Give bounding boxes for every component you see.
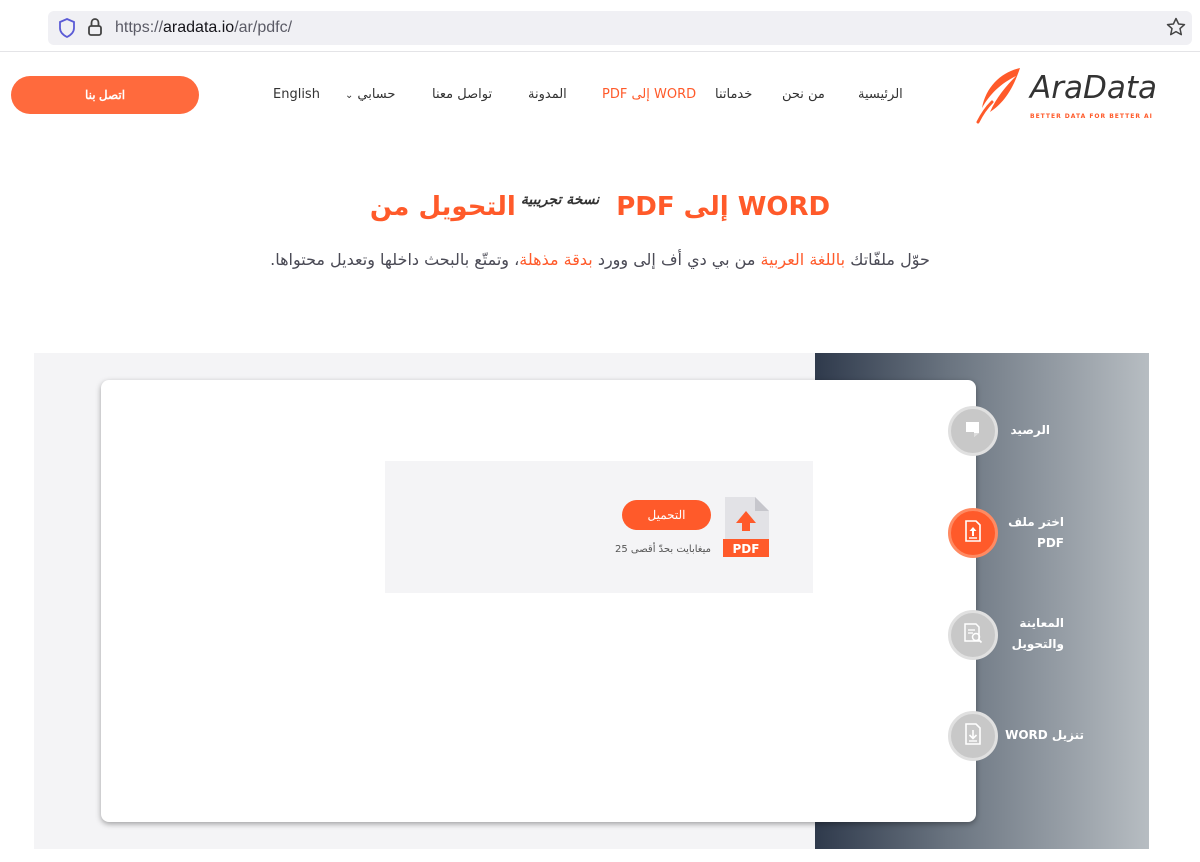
step-preview-label: المعاينة والتحويل <box>1011 616 1064 651</box>
nav-account-label: حسابي <box>357 87 396 102</box>
pdf-badge-text: PDF <box>733 542 760 556</box>
receipt-icon <box>962 418 984 444</box>
logo-tagline: BETTER DATA FOR BETTER AI <box>1030 113 1153 120</box>
beta-tag: نسخة تجريبية <box>520 192 600 208</box>
download-file-icon <box>962 722 984 750</box>
url-text[interactable]: https://aradata.io/ar/pdfc/ <box>115 19 292 37</box>
contact-us-button[interactable]: اتصل بنا <box>11 76 199 114</box>
step-balance-label: الرصيد <box>1010 423 1050 437</box>
shield-icon[interactable] <box>58 18 76 42</box>
page-title: نسخة تجريبية التحويل من PDF إلى WORD <box>0 192 1200 222</box>
step-choose-file-circle[interactable] <box>948 508 998 558</box>
logo-wordmark[interactable]: AraData <box>1030 70 1157 106</box>
title-text: التحويل من PDF إلى WORD <box>369 192 831 222</box>
nav-contact[interactable]: تواصل معنا <box>432 87 492 102</box>
bookmark-star-icon[interactable] <box>1166 17 1186 41</box>
nav-services[interactable]: خدماتنا <box>715 87 752 102</box>
step-download-circle[interactable] <box>948 711 998 761</box>
url-host: aradata.io <box>163 19 235 36</box>
subtitle-highlight-1: باللغة العربية <box>760 250 846 269</box>
step-choose-file-label: اختر ملف PDF <box>1008 515 1064 550</box>
converter-card <box>101 380 976 822</box>
subtitle-part-1: حوّل ملفّاتك <box>845 250 930 269</box>
preview-search-icon <box>962 621 984 649</box>
subtitle-part-3: ، وتمتّع بالبحث داخلها وتعديل محتواها. <box>270 250 520 269</box>
file-size-limit: 25 ميغابايت بحدّ أقصى <box>615 544 711 555</box>
subtitle-part-2: من بي دي أف إلى وورد <box>592 250 761 269</box>
quill-logo-icon[interactable] <box>972 64 1026 130</box>
nav-about[interactable]: من نحن <box>782 87 825 102</box>
nav-english[interactable]: English <box>273 87 320 102</box>
step-download-label: تنزيل WORD <box>1005 728 1084 742</box>
chevron-down-icon: ⌄ <box>345 90 354 101</box>
lock-icon[interactable] <box>87 17 103 41</box>
page-subtitle: حوّل ملفّاتك باللغة العربية من بي دي أف … <box>0 250 1200 269</box>
step-preview-circle[interactable] <box>948 610 998 660</box>
url-scheme: https:// <box>115 19 164 36</box>
step-balance-circle[interactable] <box>948 406 998 456</box>
nav-account[interactable]: ⌄ حسابي <box>345 87 395 102</box>
upload-file-icon <box>962 519 984 547</box>
nav-pdf-to-word[interactable]: PDF إلى WORD <box>602 87 696 102</box>
upload-button[interactable]: التحميل <box>622 500 711 530</box>
url-path: /ar/pdfc/ <box>234 19 293 36</box>
nav-blog[interactable]: المدونة <box>528 87 567 102</box>
nav-home[interactable]: الرئيسية <box>858 87 903 102</box>
pdf-file-icon: PDF <box>721 495 771 563</box>
subtitle-highlight-2: بدقة مذهلة <box>519 250 593 269</box>
